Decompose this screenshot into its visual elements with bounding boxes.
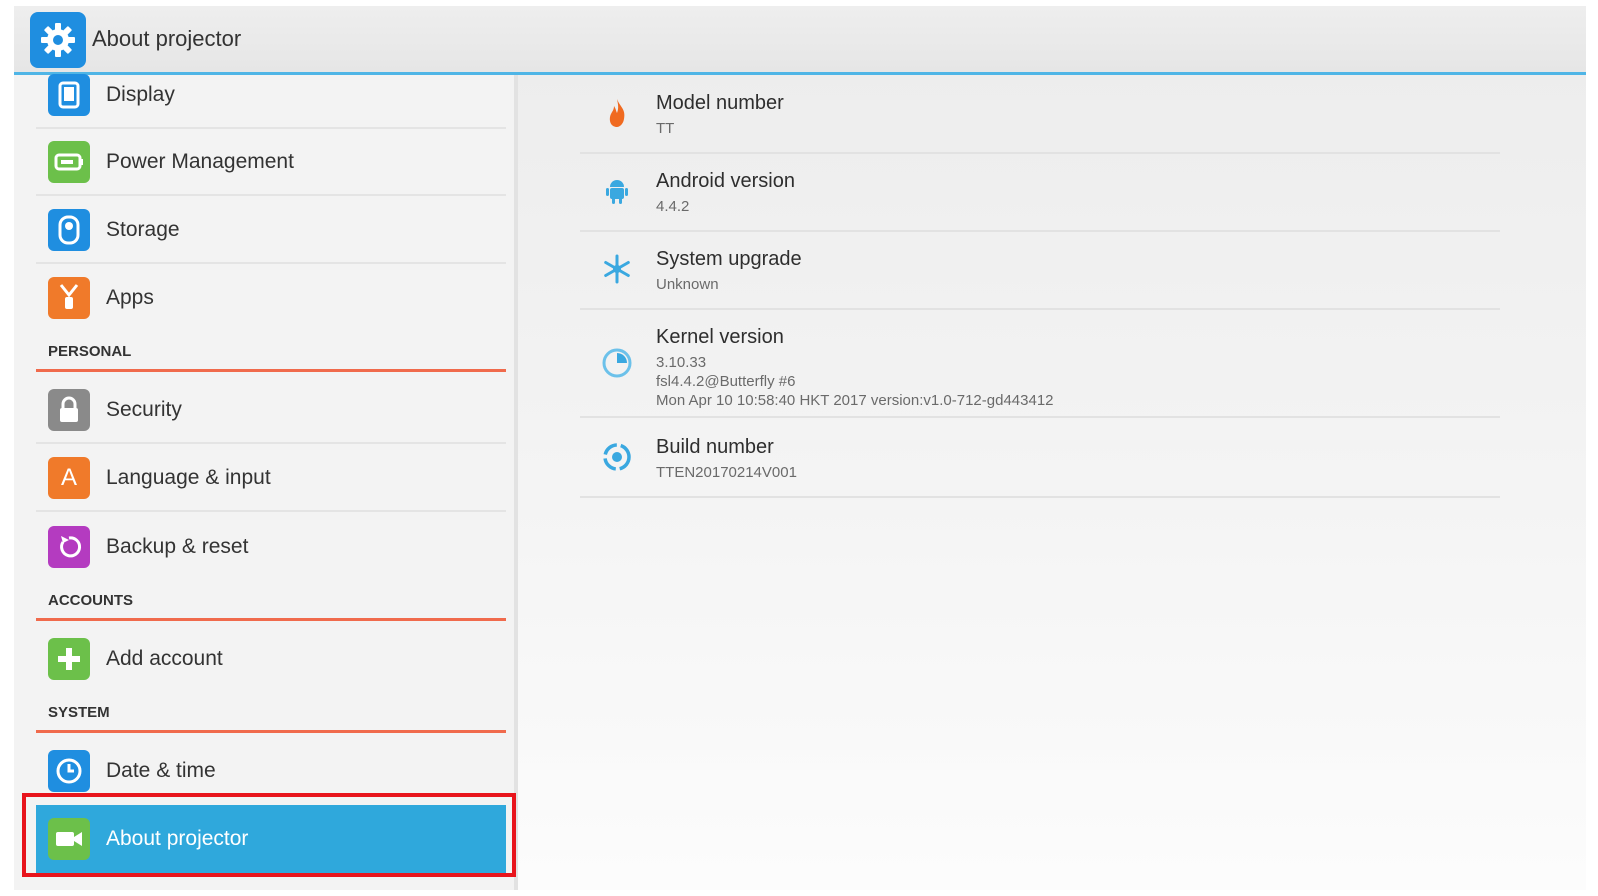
page-title: About projector <box>92 26 242 51</box>
info-value: 4.4.2 <box>656 198 690 215</box>
plus-icon <box>48 638 90 680</box>
info-value: TTEN20170214V001 <box>656 464 797 481</box>
build-icon <box>600 440 634 474</box>
pane-divider <box>514 75 518 890</box>
info-title: Android version <box>656 170 795 192</box>
info-build-number[interactable]: Build number TTEN20170214V001 <box>580 418 1500 498</box>
sidebar-item-label: Backup & reset <box>106 535 249 558</box>
snowflake-icon <box>600 252 634 286</box>
language-icon: A <box>48 457 90 499</box>
sidebar-item-label: Security <box>106 398 182 421</box>
info-model-number[interactable]: Model number TT <box>580 76 1500 154</box>
sidebar-item-label: Power Management <box>106 150 294 173</box>
info-value: Unknown <box>656 276 719 293</box>
info-system-upgrade[interactable]: System upgrade Unknown <box>580 232 1500 310</box>
battery-icon <box>48 141 90 183</box>
android-icon <box>600 174 634 208</box>
sidebar-item-power-management[interactable]: Power Management <box>36 128 506 196</box>
sidebar-item-label: Language & input <box>106 466 271 489</box>
sidebar-item-display[interactable]: Display <box>36 61 506 129</box>
info-title: Kernel version <box>656 326 784 348</box>
clock-icon <box>48 750 90 792</box>
sidebar-item-security[interactable]: Security <box>36 376 506 444</box>
sidebar-item-add-account[interactable]: Add account <box>36 625 506 693</box>
section-label: PERSONAL <box>48 343 132 360</box>
divider <box>580 496 1500 498</box>
info-value: TT <box>656 120 675 137</box>
section-header-personal: PERSONAL <box>36 341 506 372</box>
info-value: 3.10.33 <box>656 354 707 371</box>
info-value: fsl4.4.2@Butterfly #6 <box>656 373 796 390</box>
section-header-system: SYSTEM <box>36 702 506 733</box>
sidebar-item-apps[interactable]: Apps <box>36 264 506 332</box>
info-title: Model number <box>656 92 784 114</box>
pie-icon <box>600 346 634 380</box>
flame-icon <box>600 96 634 130</box>
section-label: SYSTEM <box>48 704 110 721</box>
backup-icon <box>48 526 90 568</box>
selection-highlight-box <box>22 793 516 877</box>
sidebar-item-storage[interactable]: Storage <box>36 196 506 264</box>
sidebar-item-label: Display <box>106 83 175 106</box>
language-glyph: A <box>60 464 77 491</box>
section-label: ACCOUNTS <box>48 592 133 609</box>
info-title: Build number <box>656 436 774 458</box>
display-icon <box>48 74 90 116</box>
gear-icon[interactable] <box>30 12 86 68</box>
storage-icon <box>48 209 90 251</box>
apps-icon <box>48 277 90 319</box>
info-android-version[interactable]: Android version 4.4.2 <box>580 154 1500 232</box>
sidebar-item-backup-reset[interactable]: Backup & reset <box>36 513 506 581</box>
settings-window: About projector Display Power Management… <box>14 6 1586 890</box>
info-kernel-version[interactable]: Kernel version 3.10.33 fsl4.4.2@Butterfl… <box>580 310 1500 418</box>
sidebar-item-language-input[interactable]: A Language & input <box>36 444 506 512</box>
sidebar-item-label: Add account <box>106 647 223 670</box>
sidebar-item-label: Date & time <box>106 759 216 782</box>
info-title: System upgrade <box>656 248 802 270</box>
info-value: Mon Apr 10 10:58:40 HKT 2017 version:v1.… <box>656 392 1054 409</box>
divider <box>36 510 506 512</box>
sidebar-item-label: Apps <box>106 286 154 309</box>
section-header-accounts: ACCOUNTS <box>36 590 506 621</box>
sidebar-item-label: Storage <box>106 218 180 241</box>
lock-icon <box>48 389 90 431</box>
